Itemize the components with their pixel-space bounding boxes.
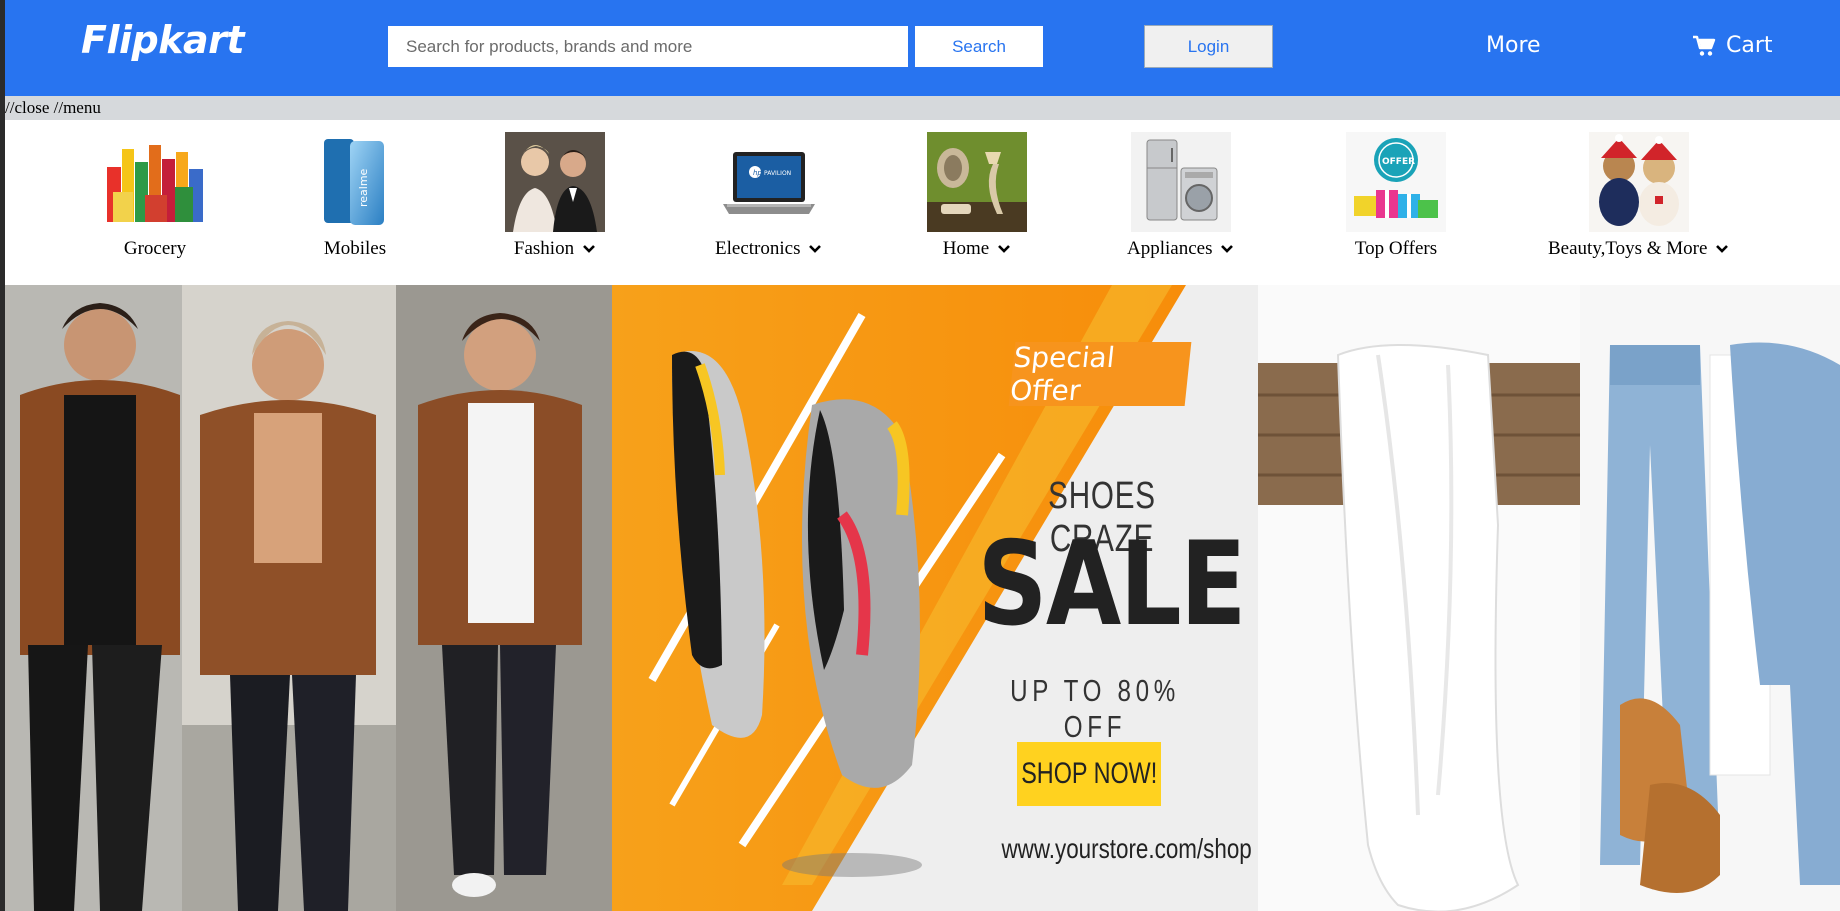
top-header: Flipkart Search Login More Cart [0, 0, 1840, 96]
window-edge [0, 0, 5, 911]
banner-url: www.yourstore.com/shop [1001, 833, 1252, 864]
laptop-icon: hp PAVILION [719, 132, 819, 232]
more-menu[interactable]: More [1486, 33, 1541, 58]
home-decor-icon [927, 132, 1027, 232]
cart-button[interactable]: Cart [1692, 33, 1773, 58]
category-label: Appliances [1127, 238, 1213, 259]
chevron-down-icon[interactable] [582, 242, 596, 256]
login-button[interactable]: Login [1144, 25, 1273, 68]
cart-label: Cart [1726, 33, 1773, 58]
banner-fashion-models-image [0, 285, 612, 911]
teddy-bears-icon [1588, 132, 1689, 232]
appliances-icon [1130, 132, 1231, 232]
chevron-down-icon[interactable] [997, 242, 1011, 256]
svg-text:realme: realme [357, 168, 370, 207]
search-button[interactable]: Search [915, 26, 1043, 67]
svg-text:PAVILION: PAVILION [764, 170, 791, 177]
svg-text:OFFER: OFFER [1382, 157, 1415, 167]
shop-now-button[interactable]: SHOP NOW! [1017, 742, 1161, 806]
banner-sale-text: SALE [977, 517, 1246, 652]
flipkart-logo[interactable]: Flipkart [81, 18, 245, 62]
category-home[interactable]: Home [927, 132, 1027, 260]
category-label: Electronics [715, 238, 801, 259]
category-nav: Grocery realme Mobiles Fashion hp PAVILI… [0, 120, 1840, 285]
banner-denim-outfit-image [1580, 285, 1840, 911]
category-label: Fashion [513, 238, 575, 259]
category-grocery[interactable]: Grocery [105, 132, 205, 260]
banner-white-shirt-image [1258, 285, 1580, 911]
banner-discount: UP TO 80% OFF [1010, 673, 1180, 744]
search-input[interactable] [388, 26, 908, 67]
chevron-down-icon[interactable] [808, 242, 822, 256]
chevron-down-icon[interactable] [1220, 242, 1234, 256]
special-offer-tag: Special Offer [1009, 341, 1192, 407]
category-appliances[interactable]: Appliances [1127, 132, 1234, 260]
category-mobiles[interactable]: realme Mobiles [305, 132, 405, 260]
category-fashion[interactable]: Fashion [505, 132, 605, 260]
category-beauty-toys[interactable]: Beauty,Toys & More [1548, 132, 1729, 260]
banner-shoes-sale-image: Special Offer SHOES CRAZE SALE UP TO 80%… [612, 285, 1258, 911]
category-label: Home [942, 238, 990, 259]
menu-toggle-strip[interactable]: //close //menu [0, 96, 1840, 120]
category-label: Mobiles [323, 238, 387, 259]
category-top-offers[interactable]: OFFER Top Offers [1346, 132, 1446, 260]
category-label: Beauty,Toys & More [1548, 238, 1708, 259]
grocery-icon [105, 132, 205, 232]
category-label: Grocery [123, 238, 187, 259]
hero-banner[interactable]: Special Offer SHOES CRAZE SALE UP TO 80%… [0, 285, 1840, 911]
category-electronics[interactable]: hp PAVILION Electronics [715, 132, 822, 260]
category-label: Top Offers [1354, 238, 1438, 259]
offers-icon: OFFER [1346, 132, 1446, 232]
mobile-phone-icon: realme [305, 132, 405, 232]
chevron-down-icon[interactable] [1715, 242, 1729, 256]
fashion-icon [505, 132, 605, 232]
cart-icon [1693, 35, 1716, 56]
svg-text:hp: hp [753, 169, 762, 177]
